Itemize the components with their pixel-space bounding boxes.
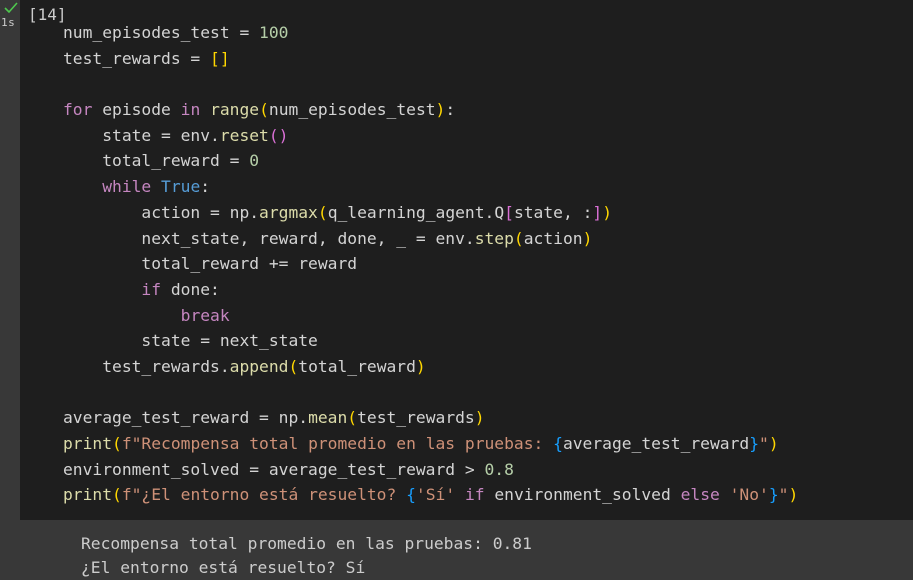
output-line-1: Recompensa total promedio en las pruebas… [81,534,532,553]
code-line-5: state = env.reset() [63,125,289,145]
execution-count: [14] [28,5,67,24]
cell-gutter [0,0,20,580]
code-line-17: print(f"Recompensa total promedio en las… [63,434,779,453]
code-line-16: average_test_reward = np.mean(test_rewar… [63,408,485,428]
code-line-8: action = np.argmax(q_learning_agent.Q[st… [63,202,612,222]
output-line-2: ¿El entorno está resuelto? Sí [81,558,366,577]
code-line-6: total_reward = 0 [63,151,260,171]
cell-output: Recompensa total promedio en las pruebas… [81,532,532,580]
code-line-13: state = next_state [63,331,318,351]
check-icon [4,2,18,14]
code-line-12: break [180,305,230,325]
code-line-18: environment_solved = average_test_reward… [63,459,514,479]
code-block[interactable]: num_episodes_test = 100 test_rewards = []… [63,20,798,508]
code-line-10: total_reward += reward [63,254,358,274]
code-line-2: test_rewards = [] [63,48,230,68]
code-line-14: test_rewards.append(total_reward) [63,356,426,376]
code-line-9: next_state, reward, done, _ = env.step(a… [63,228,593,248]
code-line-19: print(f"¿El entorno está resuelto? {'Sí'… [63,485,799,505]
code-line-4: for episode in range(num_episodes_test): [63,100,456,120]
code-line-1: num_episodes_test = 100 [63,23,289,42]
execution-time: 1s [1,16,16,29]
code-line-7: while True: [102,177,211,197]
code-line-11: if done: [141,279,220,299]
